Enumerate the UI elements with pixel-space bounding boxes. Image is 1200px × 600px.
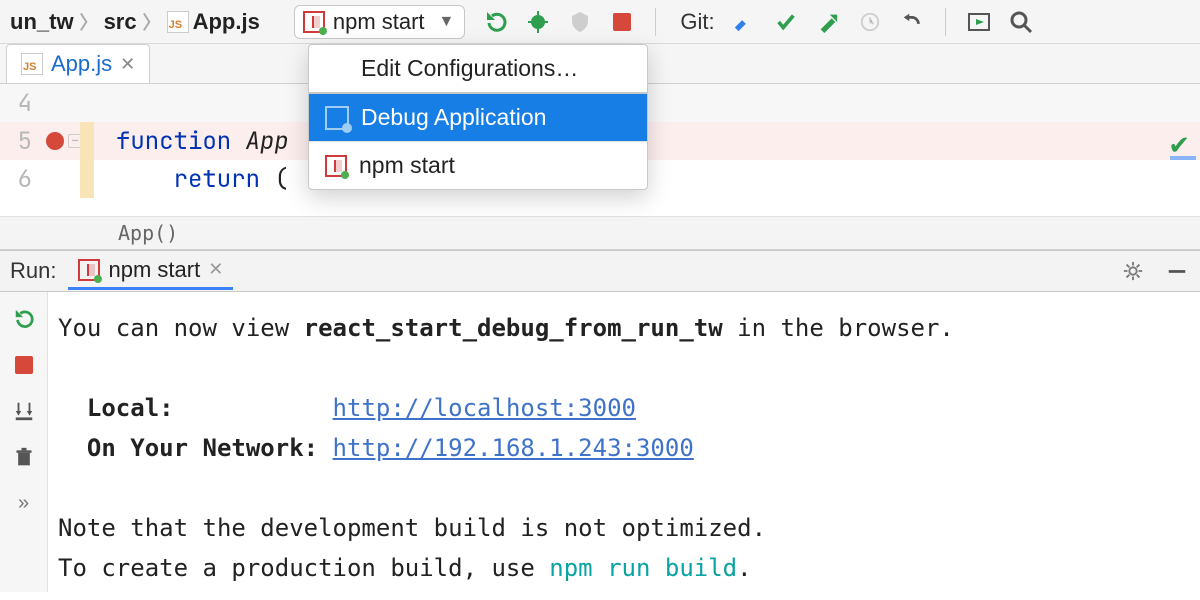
run-tool-header: Run: npm start ✕ [0,250,1200,292]
rerun-icon[interactable] [483,9,509,35]
minimize-icon[interactable] [1164,258,1190,284]
console-text: Note that the development build is not o… [58,514,766,542]
breakpoint-icon[interactable] [46,132,64,150]
code-text: function App [100,126,289,157]
keyword: return [174,164,260,195]
chevron-right-icon: 〉 [80,9,98,35]
breadcrumb-src[interactable]: src [100,9,141,35]
git-label: Git: [680,9,714,35]
chevron-right-icon: 〉 [143,9,161,35]
run-tab-label: npm start [108,257,200,283]
coverage-marker [80,122,94,160]
coverage-icon[interactable] [567,9,593,35]
run-tool-title: Run: [10,258,56,284]
vcs-update-icon[interactable] [731,9,757,35]
vcs-commit-icon[interactable] [773,9,799,35]
toolbar-divider [655,8,656,36]
rerun-icon[interactable] [11,306,37,332]
gear-icon[interactable] [1120,258,1146,284]
code-text: return ( [100,164,289,195]
console-text: You can now view [58,314,304,342]
breadcrumb-file[interactable]: App.js [163,9,264,35]
undo-icon[interactable] [899,9,925,35]
console-text: . [737,554,751,582]
editor-breadcrumb[interactable]: App() [0,216,1200,250]
stop-icon[interactable] [609,9,635,35]
run-tool-body: » You can now view react_start_debug_fro… [0,292,1200,592]
toolbar-divider [945,8,946,36]
toolbar-actions: Git: [483,8,1033,36]
console-command: npm run build [549,554,737,582]
npm-icon [78,259,100,281]
coverage-marker [80,160,94,198]
console-output[interactable]: You can now view react_start_debug_from_… [48,292,1200,592]
editor-tab-appjs[interactable]: App.js ✕ [6,44,150,83]
console-link-local[interactable]: http://localhost:3000 [333,394,636,422]
trash-icon[interactable] [11,444,37,470]
console-text: in the browser. [723,314,954,342]
console-label: Local: [58,394,333,422]
history-icon[interactable] [857,9,883,35]
editor-tab-label: App.js [51,51,112,77]
more-icon[interactable]: » [11,490,37,516]
keyword: function [116,126,231,157]
function-name: App [246,126,289,157]
console-text: To create a production build, use [58,554,549,582]
line-number: 6 [0,164,40,195]
console-label: On Your Network: [58,434,333,462]
run-configuration-label: npm start [333,9,425,35]
line-number: 5 [0,126,40,157]
dropdown-item-label: Debug Application [361,104,546,131]
application-icon [325,106,349,130]
run-anything-icon[interactable] [966,9,992,35]
debug-icon[interactable] [525,9,551,35]
js-file-icon [21,53,43,75]
breadcrumb-file-label: App.js [193,9,260,35]
npm-icon [303,11,325,33]
run-configuration-selector[interactable]: npm start ▼ [294,5,466,39]
dropdown-item-label: Edit Configurations… [361,55,578,82]
dropdown-edit-configurations[interactable]: Edit Configurations… [309,45,647,92]
search-icon[interactable] [1008,9,1034,35]
dropdown-item-label: npm start [359,152,455,179]
run-tab-npm-start[interactable]: npm start ✕ [68,253,233,290]
main-toolbar: un_tw 〉 src 〉 App.js npm start ▼ Git: [0,0,1200,44]
dump-threads-icon[interactable] [11,398,37,424]
code-punct: ( [260,164,289,195]
chevron-down-icon: ▼ [439,13,455,31]
dropdown-debug-application[interactable]: Debug Application [309,94,647,141]
dropdown-npm-start[interactable]: npm start [309,142,647,189]
console-bold: react_start_debug_from_run_tw [304,314,723,342]
close-icon[interactable]: ✕ [208,259,223,280]
run-tool-sidebar: » [0,292,48,592]
close-icon[interactable]: ✕ [120,54,135,75]
stop-icon[interactable] [11,352,37,378]
console-link-network[interactable]: http://192.168.1.243:3000 [333,434,694,462]
vcs-push-icon[interactable] [815,9,841,35]
scrollbar-marker[interactable] [1170,156,1196,160]
breadcrumb-project[interactable]: un_tw [6,9,78,35]
npm-icon [325,155,347,177]
nav-breadcrumbs: un_tw 〉 src 〉 App.js [6,9,264,35]
run-config-dropdown: Edit Configurations… Debug Application n… [308,44,648,190]
js-file-icon [167,11,189,33]
line-number: 4 [0,88,40,119]
editor-breadcrumb-label: App() [118,221,178,245]
